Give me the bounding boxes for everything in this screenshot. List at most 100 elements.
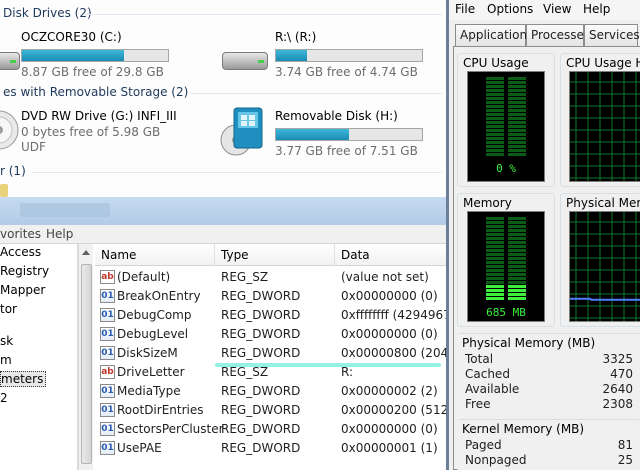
meter-segment [508, 273, 526, 276]
drive-usage-bar [275, 128, 423, 141]
value-data: (value not set) [341, 270, 429, 284]
meter-segment-lit [508, 289, 526, 292]
memory-value: 685 MB [486, 306, 526, 319]
window-title-blurred [20, 203, 110, 217]
stat-value: 2308 [602, 397, 633, 411]
drive-free-text: 0 bytes free of 5.98 GB [21, 125, 161, 139]
column-header-type[interactable]: Type [215, 244, 335, 266]
tree-node[interactable]: sk [0, 334, 13, 348]
binary-value-icon: 01 [100, 422, 115, 436]
drive-free-text: 8.87 GB free of 29.8 GB [21, 65, 164, 79]
value-type: REG_DWORD [221, 346, 301, 360]
physical-memory-group: Physical Memory (MB) Total 3325 Cached 470… [457, 333, 640, 413]
value-data: 0x00000800 (2048) [341, 346, 446, 360]
highlight-streak [215, 363, 441, 367]
dvd-drive-icon [0, 110, 19, 150]
binary-value-icon: 01 [100, 346, 115, 360]
tab-processes[interactable]: Processes [526, 24, 590, 46]
registry-value-row[interactable]: 01DiskSizeM REG_DWORD 0x00000800 (2048) [95, 344, 446, 363]
drive-name: R:\ (R:) [275, 30, 317, 44]
menu-view[interactable]: View [543, 2, 571, 16]
registry-value-row[interactable]: 01DebugComp REG_DWORD 0xffffffff (42949672 [95, 306, 446, 325]
scroll-thumb[interactable] [81, 264, 92, 464]
stat-label: Available [465, 382, 520, 396]
usage-history-line [570, 297, 640, 301]
physical-memory-title: Physical Memory (MB) [462, 336, 596, 350]
registry-value-row[interactable]: ab (Default) REG_SZ (value not set) [95, 268, 446, 287]
stat-label: Nonpaged [465, 453, 527, 467]
meter-segment [508, 97, 526, 100]
stat-row-cached: Cached 470 [457, 367, 640, 382]
registry-value-row[interactable]: 01 DebugLevel REG_DWORD 0x00000000 (0) [95, 325, 446, 344]
cpu-usage-group: CPU Usage 0 % [457, 53, 555, 187]
binary-value-icon: 01 [100, 441, 115, 455]
tree-node[interactable]: tor [0, 302, 17, 316]
tab-services[interactable]: Services [584, 24, 640, 46]
value-name: MediaType [117, 384, 181, 398]
values-list: Name Type Data ab (Default) REG_SZ (value n… [95, 244, 446, 470]
value-name: DebugComp [117, 308, 192, 322]
menu-help[interactable]: Help [583, 2, 610, 16]
meter-segment [486, 113, 504, 116]
kernel-memory-group: Kernel Memory (MB) Paged 81 Nonpaged 25 [457, 419, 640, 470]
meter-segment [508, 81, 526, 84]
meter-segment-lit [486, 293, 504, 296]
value-data: 0x00000002 (2) [341, 384, 438, 398]
value-name: SectorsPerCluster [117, 422, 224, 436]
registry-value-row[interactable]: 01 MediaType REG_DWORD 0x00000002 (2) [95, 382, 446, 401]
registry-value-row[interactable]: 01 UsePAE REG_DWORD 0x00000001 (1) [95, 439, 446, 458]
hard-disk-icon [222, 44, 270, 72]
menu-options[interactable]: Options [487, 2, 533, 16]
meter-segment [486, 153, 504, 156]
value-data: 0x00000001 (1) [341, 441, 438, 455]
scroll-up-arrow-icon[interactable] [82, 250, 90, 255]
tree-node[interactable]: m [0, 353, 12, 367]
meter-segment [486, 97, 504, 100]
tree-node[interactable]: Registry [0, 264, 49, 278]
value-data: 0x00000200 (512) [341, 403, 446, 417]
tree-node-selected[interactable]: meters [0, 371, 47, 387]
meter-segment [486, 137, 504, 140]
meter-segment [486, 221, 504, 224]
meter-segment [508, 249, 526, 252]
stat-row-free: Free 2308 [457, 397, 640, 412]
string-value-icon: ab [100, 365, 115, 379]
menu-favorites[interactable]: vorites [0, 227, 41, 241]
drive-usage-bar [21, 49, 169, 62]
binary-value-icon: 01 [100, 308, 115, 322]
meter-segment [486, 89, 504, 92]
value-name: (Default) [117, 270, 171, 284]
tree-scrollbar[interactable] [78, 244, 93, 470]
meter-segment-lit [486, 289, 504, 292]
menu-file[interactable]: File [455, 2, 475, 16]
meter-segment [486, 85, 504, 88]
meter-segment [486, 245, 504, 248]
stat-label: Paged [465, 438, 502, 452]
registry-value-row[interactable]: 01 BreakOnEntry REG_DWORD 0x00000000 (0) [95, 287, 446, 306]
registry-value-row[interactable]: 01 SectorsPerCluster REG_DWORD 0x00000000 (… [95, 420, 446, 439]
tree-node[interactable]: Mapper [0, 283, 45, 297]
menu-help[interactable]: Help [46, 227, 73, 241]
value-name: DriveLetter [117, 365, 185, 379]
tree-node[interactable]: 2 [0, 391, 8, 405]
registry-value-row[interactable]: 01 RootDirEntries REG_DWORD 0x00000200 (512… [95, 401, 446, 420]
meter-segment [508, 89, 526, 92]
memory-group: Memory 685 MB [457, 193, 555, 327]
group-header-label: r (1) [0, 164, 26, 178]
title-bar[interactable] [0, 197, 446, 225]
meter-segment [508, 105, 526, 108]
tree-node[interactable]: Access [0, 245, 41, 259]
removable-disk-icon [220, 107, 263, 156]
value-data: 0x00000000 (0) [341, 327, 438, 341]
meter-segment [508, 281, 526, 284]
stat-value: 25 [617, 453, 633, 467]
meter-segment [508, 277, 526, 280]
meter-segment [486, 101, 504, 104]
column-header-data[interactable]: Data [335, 244, 446, 266]
meter-segment [486, 77, 504, 80]
column-header-name[interactable]: Name [95, 244, 215, 266]
meter-segment [508, 93, 526, 96]
tab-applications[interactable]: Applications [455, 24, 533, 46]
drive-free-text: 3.77 GB free of 7.51 GB [275, 144, 418, 158]
meter-segment [508, 77, 526, 80]
